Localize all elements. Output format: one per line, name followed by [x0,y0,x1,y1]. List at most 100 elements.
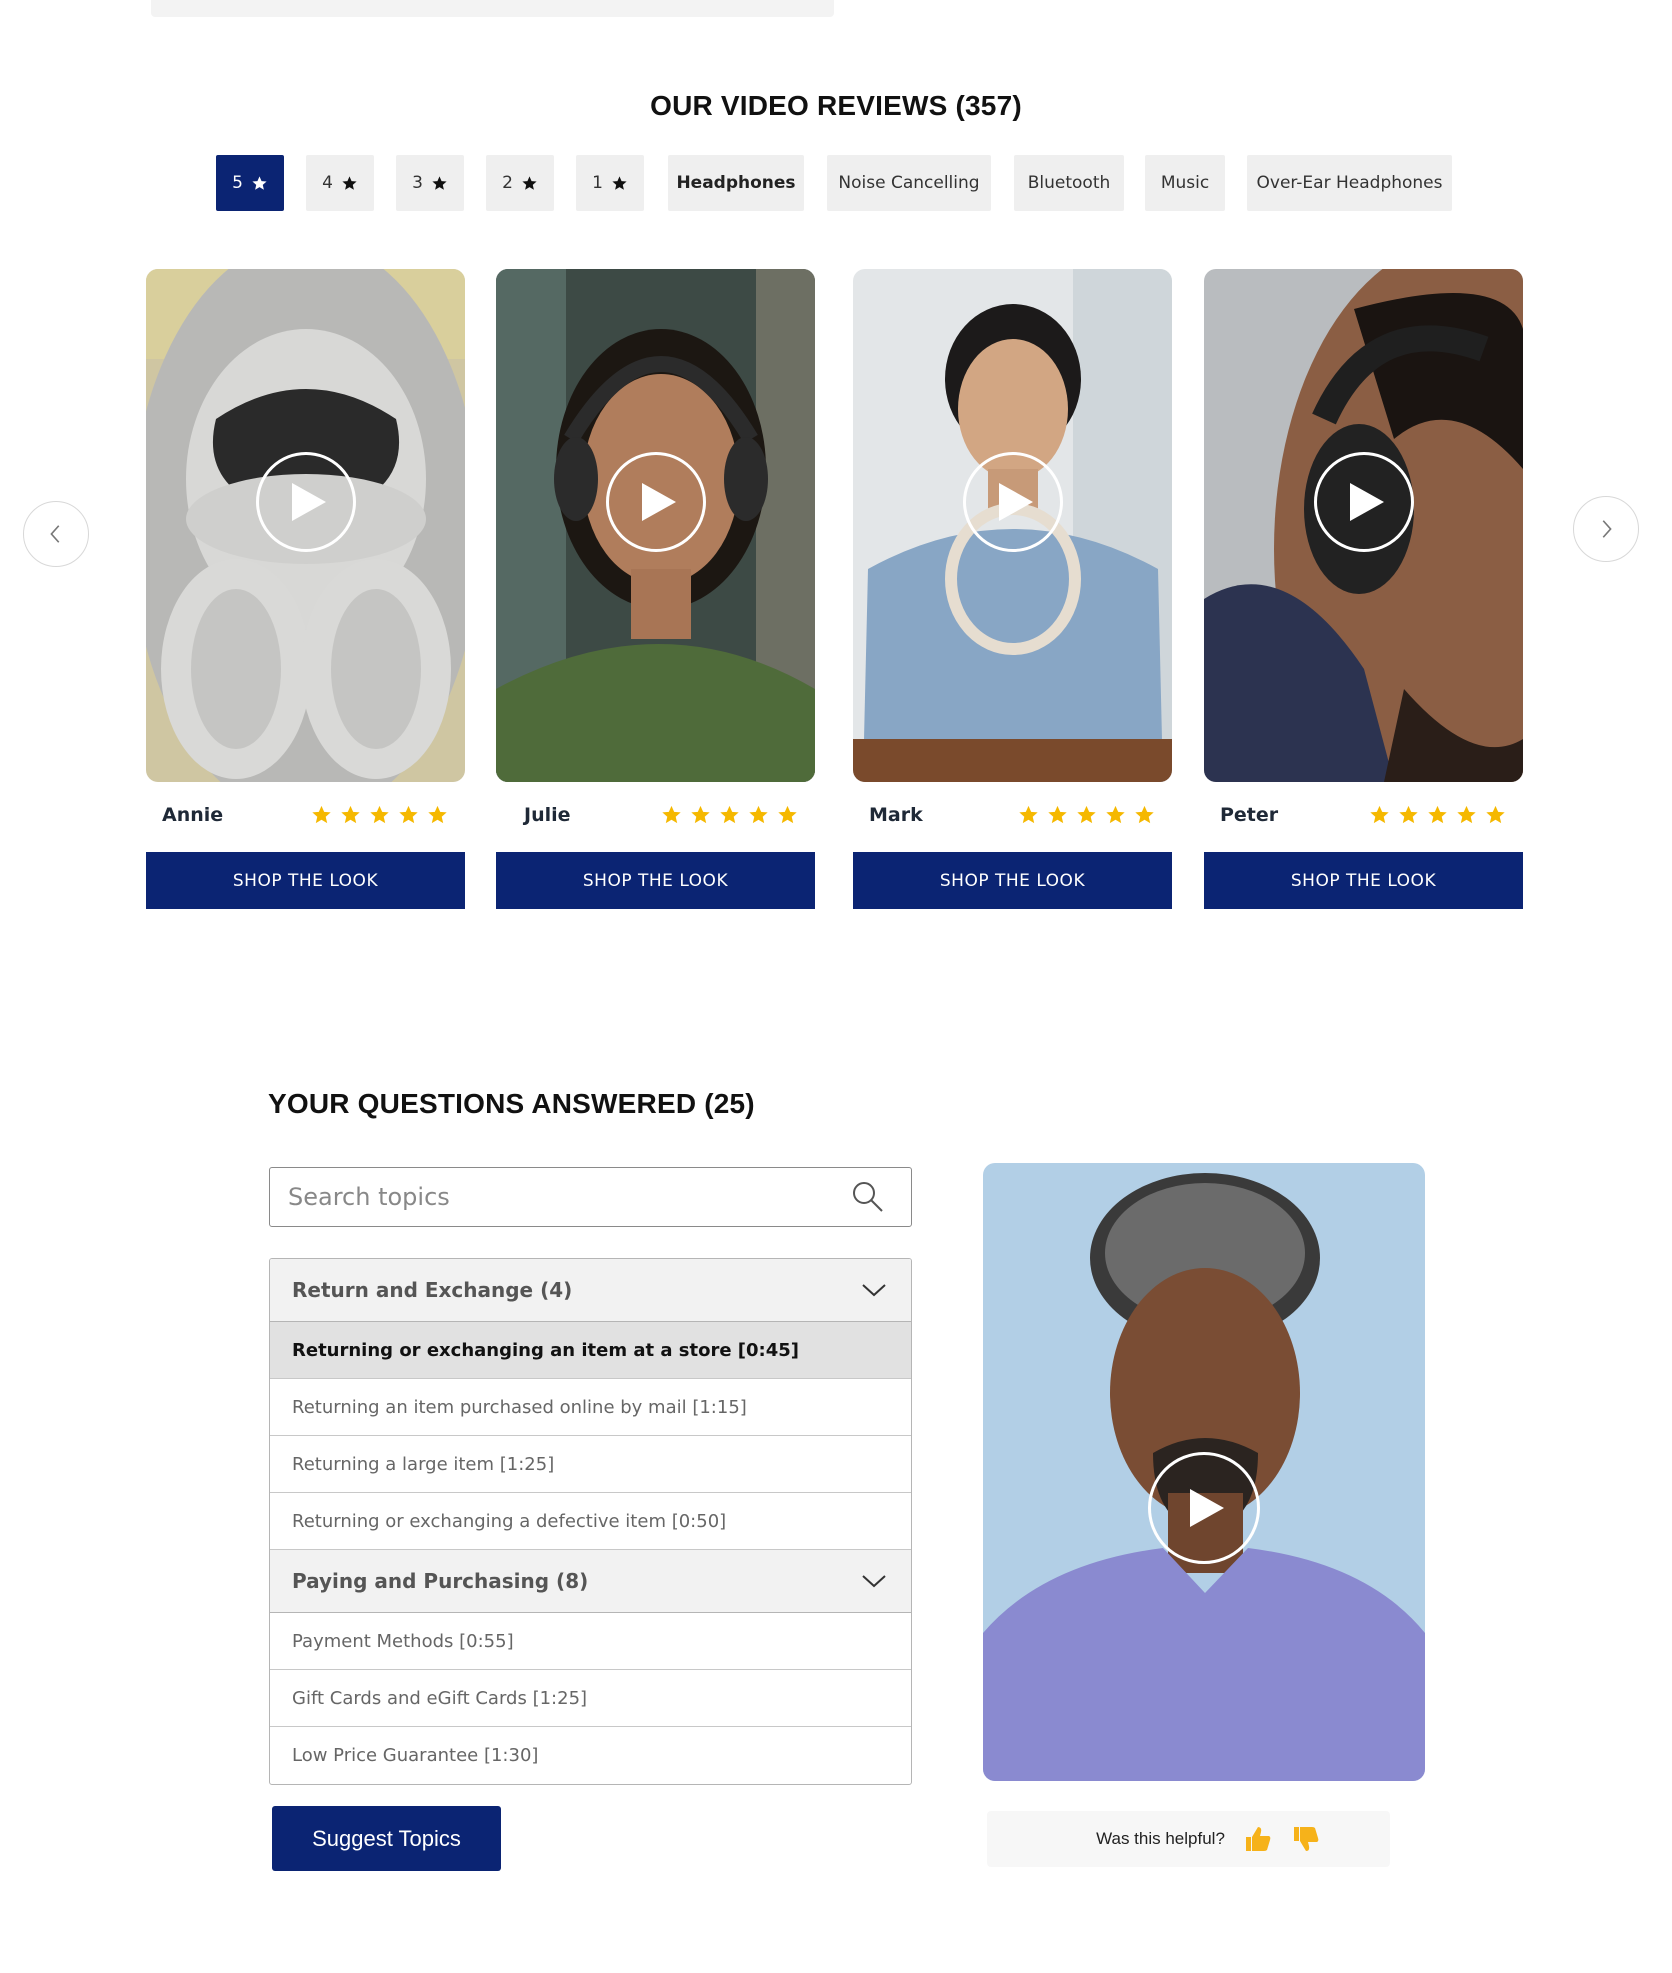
answer-video-player[interactable] [983,1163,1425,1781]
star-icon [691,805,710,824]
star-icon [1457,805,1476,824]
star-icon [720,805,739,824]
carousel-prev-button[interactable] [23,501,89,567]
star-icon [370,805,389,824]
topic-item[interactable]: Payment Methods [0:55] [270,1613,911,1670]
star-icon [778,805,797,824]
video-reviews-title: OUR VIDEO REVIEWS (357) [650,90,1022,121]
chevron-left-icon [45,523,67,545]
filter-chip-2-star[interactable]: 2 [486,155,554,211]
filter-chip-5-star[interactable]: 5 [216,155,284,211]
video-thumbnail[interactable] [146,269,465,782]
star-icon [312,805,331,824]
search-box [269,1167,912,1227]
video-review-card: Julie SHOP THE LOOK [496,269,815,909]
star-icon [399,805,418,824]
play-icon [1344,482,1384,521]
star-icon [1486,805,1505,824]
topic-item[interactable]: Gift Cards and eGift Cards [1:25] [270,1670,911,1727]
reviewer-name: Mark [869,804,923,826]
play-button[interactable] [1148,1452,1260,1564]
star-icon [341,805,360,824]
filter-chip-bluetooth[interactable]: Bluetooth [1014,155,1124,211]
filter-chip-music[interactable]: Music [1145,155,1225,211]
thumbs-down-icon[interactable] [1291,1824,1321,1854]
star-icon [1048,805,1067,824]
filter-chip-label: 3 [412,173,423,193]
top-panel-edge [151,0,834,17]
topic-item[interactable]: Returning or exchanging a defective item… [270,1493,911,1550]
rating-stars [310,804,449,826]
filter-chip-1-star[interactable]: 1 [576,155,644,211]
video-thumbnail[interactable] [496,269,815,782]
reviewer-name: Julie [524,804,571,826]
star-icon [749,805,768,824]
topic-item[interactable]: Returning an item purchased online by ma… [270,1379,911,1436]
star-icon [521,175,538,192]
filter-chip-4-star[interactable]: 4 [306,155,374,211]
play-button[interactable] [1313,451,1414,552]
shop-the-look-button[interactable]: SHOP THE LOOK [1204,852,1523,909]
star-icon [1135,805,1154,824]
filter-chip-label: 1 [592,173,603,193]
play-icon [1184,1489,1224,1527]
filter-chip-label: 5 [232,173,243,193]
video-review-card: Peter SHOP THE LOOK [1204,269,1523,909]
play-icon [993,482,1033,521]
star-icon [1077,805,1096,824]
star-icon [1106,805,1125,824]
search-input[interactable] [288,1168,848,1225]
play-button[interactable] [605,451,706,552]
play-button[interactable] [962,451,1063,552]
chevron-down-icon [861,1281,887,1299]
chevron-down-icon [861,1572,887,1590]
accordion-header-paying-purchasing[interactable]: Paying and Purchasing (8) [270,1550,911,1613]
shop-the-look-button[interactable]: SHOP THE LOOK [496,852,815,909]
topic-item[interactable]: Returning a large item [1:25] [270,1436,911,1493]
filter-chip-label: 4 [322,173,333,193]
filter-chip-3-star[interactable]: 3 [396,155,464,211]
topic-item[interactable]: Returning or exchanging an item at a sto… [270,1322,911,1379]
reviewer-name: Annie [162,804,224,826]
carousel-next-button[interactable] [1573,496,1639,562]
shop-the-look-button[interactable]: SHOP THE LOOK [853,852,1172,909]
star-icon [1370,805,1389,824]
video-thumbnail[interactable] [853,269,1172,782]
video-review-card: Annie SHOP THE LOOK [146,269,465,909]
filter-chip-headphones[interactable]: Headphones [668,155,804,211]
suggest-topics-button[interactable]: Suggest Topics [272,1806,501,1871]
star-icon [1019,805,1038,824]
helpful-feedback: Was this helpful? [987,1811,1390,1867]
video-thumbnail[interactable] [1204,269,1523,782]
questions-answered-title: YOUR QUESTIONS ANSWERED (25) [268,1088,755,1119]
filter-chip-label: 2 [502,173,513,193]
topics-accordion: Return and Exchange (4) Returning or exc… [269,1258,912,1785]
filter-chip-noise-cancelling[interactable]: Noise Cancelling [827,155,991,211]
rating-stars [1017,804,1156,826]
video-review-card: Mark SHOP THE LOOK [853,269,1172,909]
star-icon [431,175,448,192]
accordion-header-return-exchange[interactable]: Return and Exchange (4) [270,1259,911,1322]
play-icon [636,482,676,521]
accordion-header-label: Return and Exchange (4) [292,1278,573,1302]
filter-chip-over-ear-headphones[interactable]: Over-Ear Headphones [1247,155,1452,211]
star-icon [662,805,681,824]
star-icon [428,805,447,824]
rating-stars [1368,804,1507,826]
star-icon [251,175,268,192]
thumbs-up-icon[interactable] [1243,1824,1273,1854]
topic-item[interactable]: Low Price Guarantee [1:30] [270,1727,911,1784]
star-icon [611,175,628,192]
play-icon [286,482,326,521]
search-icon[interactable] [851,1180,885,1214]
chevron-right-icon [1595,518,1617,540]
accordion-header-label: Paying and Purchasing (8) [292,1569,589,1593]
star-icon [1428,805,1447,824]
shop-the-look-button[interactable]: SHOP THE LOOK [146,852,465,909]
helpful-label: Was this helpful? [1096,1829,1225,1848]
star-icon [341,175,358,192]
play-button[interactable] [255,451,356,552]
rating-stars [660,804,799,826]
star-icon [1399,805,1418,824]
reviewer-name: Peter [1220,804,1279,826]
